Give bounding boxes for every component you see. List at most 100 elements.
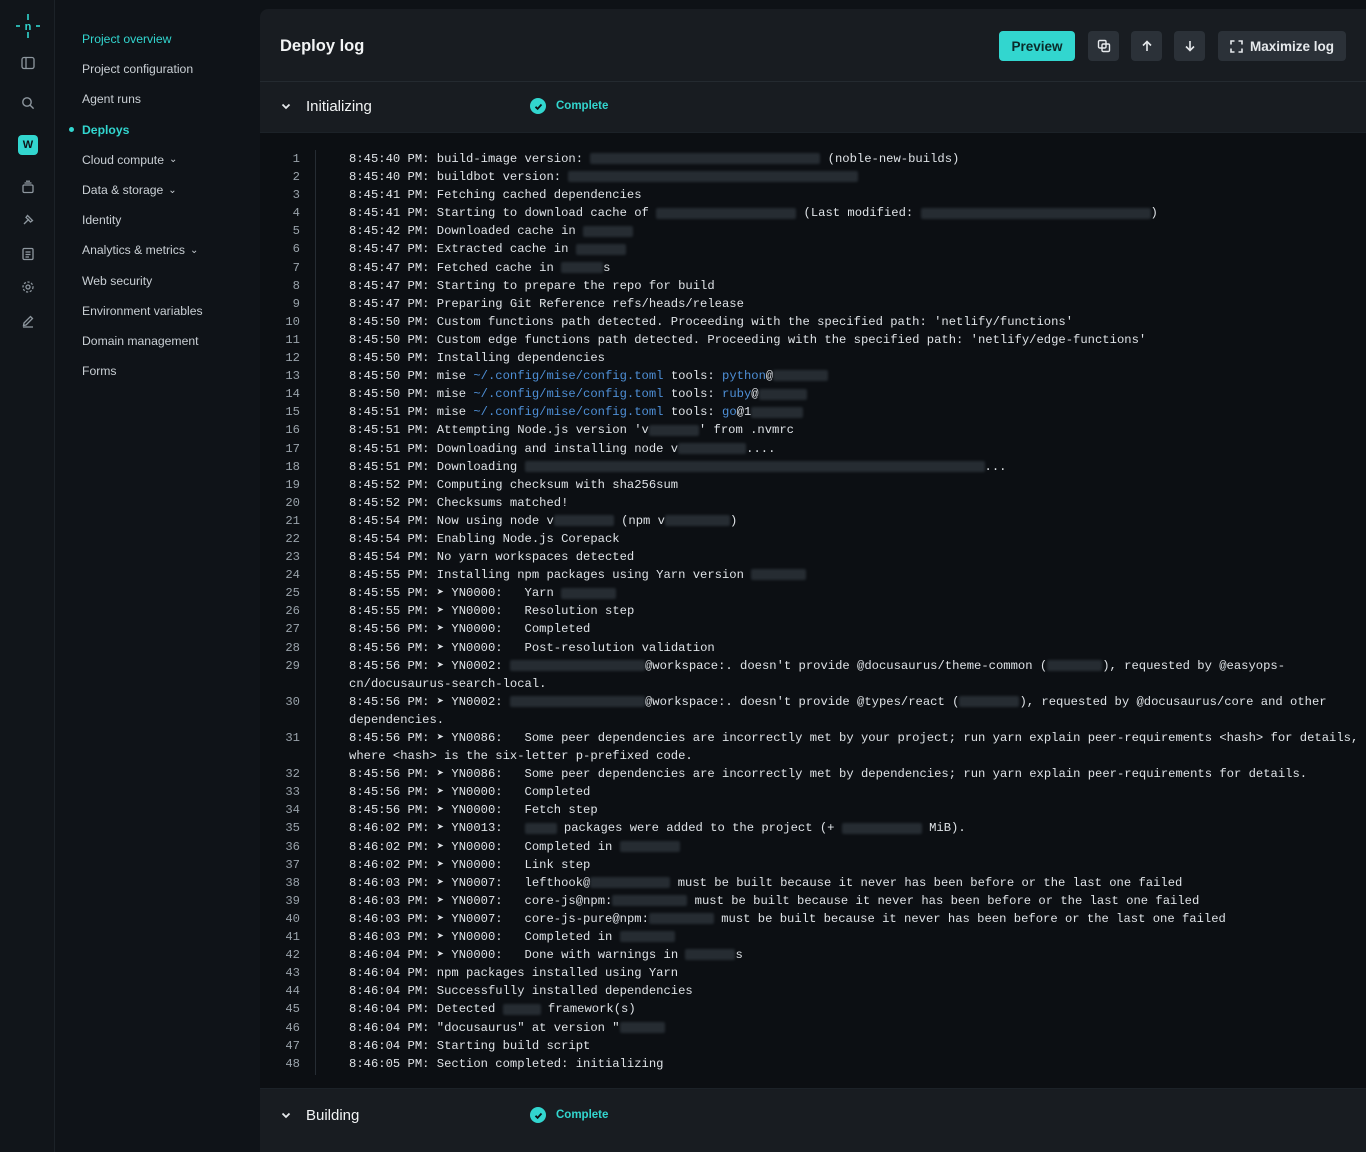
- log-text: 8:45:52 PM: Checksums matched!: [349, 494, 1359, 512]
- line-number: 48: [285, 1056, 300, 1071]
- log-segment: 8:45:56 PM: ➤ YN0086: Some peer dependen…: [349, 767, 1308, 782]
- log-segment: @1: [736, 405, 752, 420]
- log-segment: must be built because it never has been …: [670, 875, 1183, 890]
- log-segment: @: [765, 369, 774, 384]
- nav-item-agent-runs[interactable]: Agent runs: [55, 84, 260, 114]
- line-number: 11: [285, 332, 300, 347]
- redacted-value: [758, 388, 807, 400]
- copy-log-button[interactable]: [1088, 31, 1119, 61]
- log-text: 8:45:40 PM: buildbot version:: [349, 168, 1359, 186]
- log-segment: 8:45:52 PM: Computing checksum with sha2…: [349, 477, 679, 492]
- log-segment: 8:45:47 PM: Fetched cache in: [349, 260, 562, 275]
- line-number: 34: [285, 803, 300, 818]
- line-number: 30: [285, 694, 300, 709]
- log-text: 8:46:04 PM: ➤ YN0000: Done with warnings…: [349, 946, 1359, 964]
- nav-item-project-overview[interactable]: Project overview: [55, 24, 260, 54]
- log-segment: s: [735, 948, 743, 963]
- log-segment: 8:45:56 PM: ➤ YN0002:: [349, 658, 510, 673]
- edit-pen-icon[interactable]: [17, 310, 39, 332]
- nav-item-label: Environment variables: [82, 303, 203, 318]
- line-number: 41: [285, 930, 300, 945]
- log-text: 8:46:02 PM: ➤ YN0013: packages were adde…: [349, 819, 1359, 837]
- log-line: 25 8:45:55 PM: ➤ YN0000: Yarn: [260, 584, 1366, 602]
- log-segment: 8:45:40 PM: build-image version:: [349, 152, 591, 166]
- redacted-value: [665, 515, 730, 527]
- log-text: 8:45:47 PM: Starting to prepare the repo…: [349, 277, 1359, 295]
- chevron-down-icon[interactable]: [280, 100, 292, 112]
- line-number: 5: [292, 224, 300, 239]
- preview-button[interactable]: Preview: [999, 31, 1075, 61]
- redacted-value: [678, 442, 747, 454]
- maximize-log-button[interactable]: Maximize log: [1218, 31, 1346, 61]
- nav-item-domain-management[interactable]: Domain management: [55, 326, 260, 356]
- log-segment: 8:45:47 PM: Preparing Git Reference refs…: [349, 296, 744, 311]
- search-icon[interactable]: [17, 92, 39, 114]
- log-line: 29 8:45:56 PM: ➤ YN0002: @workspace:. doe…: [260, 657, 1366, 693]
- log-segment: 8:45:41 PM: Fetching cached dependencies: [349, 188, 642, 203]
- log-line: 5 8:45:42 PM: Downloaded cache in: [260, 222, 1366, 240]
- log-segment: 8:45:50 PM: Installing dependencies: [349, 351, 605, 366]
- log-segment: must be built because it never has been …: [713, 911, 1226, 926]
- log-segment: tools:: [663, 405, 723, 420]
- redacted-value: [561, 261, 604, 273]
- log-text: 8:45:56 PM: ➤ YN0000: Completed: [349, 620, 1359, 638]
- nav-item-cloud-compute[interactable]: Cloud compute ⌄: [55, 145, 260, 175]
- log-text: 8:46:03 PM: ➤ YN0007: core-js-pure@npm: …: [349, 910, 1359, 928]
- builds-hammer-icon[interactable]: [17, 209, 39, 231]
- nav-item-label: Agent runs: [82, 92, 141, 107]
- log-text: 8:45:42 PM: Downloaded cache in: [349, 222, 1359, 240]
- workspace-avatar[interactable]: W: [18, 135, 38, 155]
- log-line: 6 8:45:47 PM: Extracted cache in: [260, 240, 1366, 258]
- log-segment: MiB).: [921, 821, 966, 836]
- redacted-value: [920, 207, 1151, 219]
- chevron-down-icon: ⌄: [168, 154, 178, 166]
- nav-item-project-configuration[interactable]: Project configuration: [55, 54, 260, 84]
- log-line: 13 8:45:50 PM: mise ~/.config/mise/config…: [260, 367, 1366, 385]
- log-line: 26 8:45:55 PM: ➤ YN0000: Resolution step: [260, 602, 1366, 620]
- redacted-value: [590, 153, 821, 165]
- netlify-logo-icon[interactable]: n: [14, 12, 42, 40]
- nav-item-deploys[interactable]: Deploys: [55, 115, 260, 145]
- log-text: 8:45:56 PM: ➤ YN0000: Post-resolution va…: [349, 639, 1359, 657]
- nav-item-identity[interactable]: Identity: [55, 205, 260, 235]
- nav-item-web-security[interactable]: Web security: [55, 266, 260, 296]
- log-text: 8:46:04 PM: npm packages installed using…: [349, 964, 1359, 982]
- scroll-top-button[interactable]: [1131, 31, 1162, 61]
- section-building[interactable]: Building Complete: [260, 1091, 1366, 1139]
- log-segment: 8:45:51 PM: mise: [349, 405, 474, 420]
- nav-item-forms[interactable]: Forms: [55, 356, 260, 386]
- settings-gear-icon[interactable]: [17, 276, 39, 298]
- projects-icon[interactable]: [17, 176, 39, 198]
- line-number: 21: [285, 513, 300, 528]
- log-line: 9 8:45:47 PM: Preparing Git Reference ref…: [260, 295, 1366, 313]
- nav-item-environment-variables[interactable]: Environment variables: [55, 296, 260, 326]
- log-text: 8:46:04 PM: Successfully installed depen…: [349, 982, 1359, 1000]
- redacted-value: [612, 895, 688, 907]
- project-nav: Project overview Project configuration Age…: [55, 0, 260, 1152]
- log-line: 37 8:46:02 PM: ➤ YN0000: Link step: [260, 856, 1366, 874]
- log-segment: 8:45:50 PM: Custom edge functions path d…: [349, 332, 1147, 347]
- docs-icon[interactable]: [17, 243, 39, 265]
- sidebar-toggle-icon[interactable]: [17, 52, 39, 74]
- log-segment: 8:46:02 PM: ➤ YN0000: Link step: [349, 857, 591, 872]
- log-line: 14 8:45:50 PM: mise ~/.config/mise/config…: [260, 385, 1366, 403]
- log-segment: ): [1150, 206, 1158, 221]
- line-number: 45: [285, 1002, 300, 1017]
- nav-item-label: Analytics & metrics: [82, 243, 185, 258]
- log-text: 8:45:47 PM: Fetched cache in s: [349, 259, 1359, 277]
- log-segment: 8:46:04 PM: Successfully installed depen…: [349, 984, 693, 999]
- scroll-bottom-button[interactable]: [1174, 31, 1205, 61]
- nav-item-data-storage[interactable]: Data & storage ⌄: [55, 175, 260, 205]
- section-initializing[interactable]: Initializing Complete: [260, 82, 1366, 130]
- chevron-down-icon[interactable]: [280, 1109, 292, 1121]
- log-line: 7 8:45:47 PM: Fetched cache in s: [260, 259, 1366, 277]
- log-line: 18 8:45:51 PM: Downloading ...: [260, 458, 1366, 476]
- log-text: 8:45:54 PM: Now using node v (npm v): [349, 512, 1359, 530]
- log-segment: @workspace:. doesn't provide @types/reac…: [644, 694, 960, 709]
- nav-item-analytics-metrics[interactable]: Analytics & metrics ⌄: [55, 235, 260, 265]
- log-segment: 8:45:56 PM: ➤ YN0000: Fetch step: [349, 803, 598, 818]
- log-line: 24 8:45:55 PM: Installing npm packages us…: [260, 566, 1366, 584]
- log-text: 8:46:02 PM: ➤ YN0000: Link step: [349, 856, 1359, 874]
- icon-rail: n W: [0, 0, 55, 1152]
- line-number: 13: [285, 369, 300, 384]
